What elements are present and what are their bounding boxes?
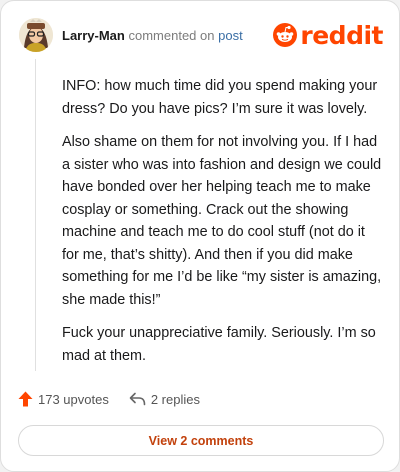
- upvote-arrow-icon: [18, 391, 33, 407]
- comment-verb: commented on: [128, 27, 215, 43]
- post-link[interactable]: post: [218, 28, 243, 43]
- comment-card: Larry-Man commented on post reddit INFO:…: [0, 0, 400, 472]
- username-link[interactable]: Larry-Man: [62, 28, 125, 43]
- upvote-count: 173 upvotes: [38, 391, 109, 407]
- reply-count: 2 replies: [150, 391, 200, 407]
- view-comments-button[interactable]: View 2 comments: [18, 425, 384, 456]
- comment-header: Larry-Man commented on post reddit: [19, 15, 383, 55]
- comment-paragraph: INFO: how much time did you spend making…: [62, 78, 378, 117]
- reddit-logo[interactable]: reddit: [273, 23, 383, 48]
- comment-actions: 173 upvotes 2 replies: [18, 388, 220, 410]
- comment-paragraph: Fuck your unappreciative family. Serious…: [62, 325, 376, 364]
- reply-arrow-icon: [129, 392, 146, 406]
- comment-body: INFO: how much time did you spend making…: [62, 75, 382, 378]
- reddit-wordmark: reddit: [300, 20, 383, 50]
- avatar[interactable]: [19, 18, 53, 52]
- reddit-snoo-icon: [273, 23, 298, 47]
- comment-meta: Larry-Man commented on post: [62, 28, 243, 43]
- thread-line[interactable]: [35, 59, 36, 371]
- replies-button[interactable]: 2 replies: [129, 392, 200, 407]
- upvote-button[interactable]: 173 upvotes: [18, 391, 109, 407]
- avatar-image: [19, 18, 53, 52]
- comment-paragraph: Also shame on them for not involving you…: [62, 134, 382, 308]
